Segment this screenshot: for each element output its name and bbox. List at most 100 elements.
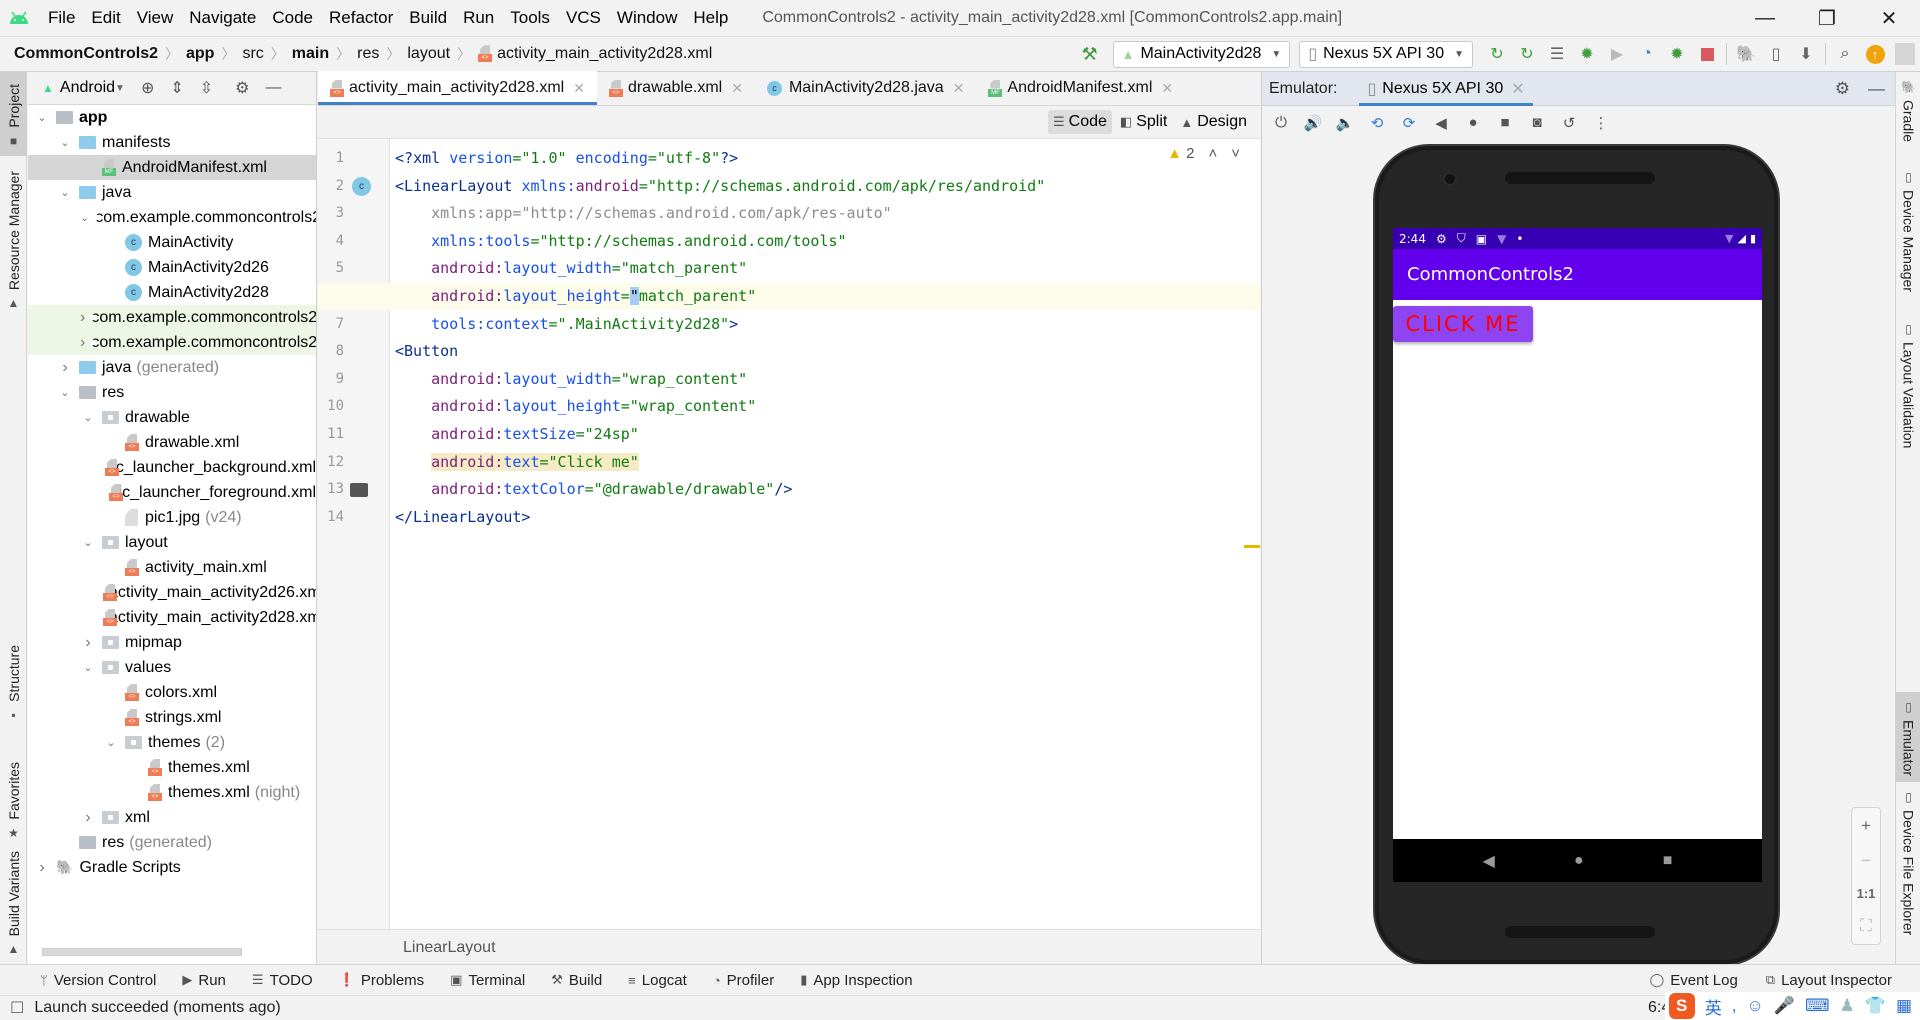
debug-icon[interactable]: ✹ <box>1572 39 1602 69</box>
tree-item[interactable]: c MainActivity <box>28 230 316 255</box>
click-me-button[interactable]: CLICK ME <box>1393 306 1533 342</box>
tool-tab-layout-validation[interactable]: ▯ Layout Validation <box>1896 322 1920 472</box>
ime-menu-icon[interactable]: ▦ <box>1896 996 1912 1016</box>
zoom-fit-button[interactable]: ⛶ <box>1860 916 1872 936</box>
update-icon[interactable]: ↑ <box>1860 39 1890 69</box>
breadcrumb-item[interactable]: CommonControls2 <box>14 45 158 63</box>
breadcrumb-item[interactable]: main <box>292 45 329 63</box>
menu-window[interactable]: Window <box>609 8 685 28</box>
mode-split-button[interactable]: ◧ Split <box>1115 110 1172 134</box>
zoom-in-button[interactable]: + <box>1861 816 1871 836</box>
close-button[interactable]: ✕ <box>1858 0 1920 36</box>
tool-layout-inspector[interactable]: ⧉ Layout Inspector <box>1766 972 1892 989</box>
chevron-right-icon[interactable]: › <box>80 334 85 352</box>
tree-item[interactable]: c MainActivity2d26 <box>28 255 316 280</box>
code-line[interactable]: android:textColor="@drawable/drawable"/> <box>395 476 792 503</box>
code-line[interactable]: tools:context=".MainActivity2d28"> <box>395 311 738 338</box>
home-icon[interactable]: ● <box>1462 114 1484 131</box>
snapshot-icon[interactable]: ↺ <box>1558 114 1580 132</box>
tree-item[interactable]: ⌄ layout <box>28 530 316 555</box>
sync-icon[interactable]: ☰ <box>1542 39 1572 69</box>
tool-logcat[interactable]: ≡ Logcat <box>628 972 687 989</box>
menu-code[interactable]: Code <box>264 8 321 28</box>
rotate-right-icon[interactable]: ⟳ <box>1398 114 1420 132</box>
menu-help[interactable]: Help <box>685 8 736 28</box>
menu-refactor[interactable]: Refactor <box>321 8 401 28</box>
zoom-actual-button[interactable]: 1:1 <box>1857 886 1876 901</box>
next-highlight-icon[interactable]: ˅ <box>1231 145 1240 162</box>
code-line[interactable]: android:layout_height="match_parent" <box>395 283 756 310</box>
breadcrumb-item[interactable]: app <box>186 45 214 63</box>
gear-icon[interactable]: ⚙ <box>1835 79 1850 99</box>
image-gutter-icon[interactable] <box>350 483 368 498</box>
code-line[interactable]: android:textSize="24sp" <box>395 421 639 448</box>
collapse-all-icon[interactable]: ⇳ <box>200 78 213 98</box>
status-message[interactable]: Launch succeeded (moments ago) <box>34 999 280 1017</box>
tree-item[interactable]: <> colors.xml <box>28 680 316 705</box>
ime-user-icon[interactable]: ♟ <box>1840 996 1855 1016</box>
locate-icon[interactable]: ⊕ <box>141 78 154 98</box>
gradle-sync-icon[interactable]: 🐘 <box>1731 39 1761 69</box>
sdk-manager-icon[interactable]: ⬇ <box>1791 39 1821 69</box>
stop-icon[interactable] <box>1692 39 1722 69</box>
expand-all-icon[interactable]: ⇕ <box>170 78 183 98</box>
tree-item[interactable]: pic1.jpg (v24) <box>28 505 316 530</box>
close-tab-icon[interactable]: ✕ <box>1511 79 1524 99</box>
overview-icon[interactable]: ■ <box>1494 114 1516 131</box>
build-hammer-icon[interactable]: ⚒ <box>1075 39 1105 69</box>
ime-punct-icon[interactable]: , <box>1732 996 1737 1016</box>
tool-run[interactable]: ▶ Run <box>182 972 226 989</box>
nav-recents-icon[interactable]: ■ <box>1663 852 1673 870</box>
nav-home-icon[interactable]: ● <box>1574 852 1584 870</box>
warning-stripe[interactable] <box>1244 545 1260 548</box>
status-toggle-icon[interactable]: ☐ <box>10 998 24 1018</box>
search-icon[interactable]: ⌕ <box>1830 39 1860 69</box>
tree-item[interactable]: ⌄ res <box>28 380 316 405</box>
tool-problems[interactable]: ❗ Problems <box>339 972 425 989</box>
hide-icon[interactable]: — <box>266 79 282 97</box>
tree-item[interactable]: c MainActivity2d28 <box>28 280 316 305</box>
tree-item[interactable]: ⌄ themes (2) <box>28 730 316 755</box>
code-line[interactable]: xmlns:app="http://schemas.android.com/ap… <box>395 200 892 227</box>
tree-item[interactable]: <> activity_main.xml <box>28 555 316 580</box>
tool-build[interactable]: ⚒ Build <box>551 972 602 989</box>
tree-item[interactable]: ⌄ java <box>28 180 316 205</box>
editor-tab[interactable]: MF AndroidManifest.xml ✕ <box>976 71 1185 105</box>
camera-icon[interactable]: ◙ <box>1526 114 1548 131</box>
ime-voice-icon[interactable]: 🎤 <box>1774 996 1795 1016</box>
tool-terminal[interactable]: ▣ Terminal <box>450 972 525 989</box>
tool-event-log[interactable]: ◯ Event Log <box>1650 972 1738 989</box>
tree-item[interactable]: ⌄ values <box>28 655 316 680</box>
menu-tools[interactable]: Tools <box>502 8 558 28</box>
tree-item[interactable]: <> themes.xml (night) <box>28 780 316 805</box>
tool-version-control[interactable]: ᛘ Version Control <box>40 972 156 989</box>
tool-tab-gradle[interactable]: 🐘 Gradle <box>1896 80 1920 160</box>
tool-tab-emulator[interactable]: ▯ Emulator <box>1896 692 1920 782</box>
horizontal-scrollbar[interactable] <box>42 948 242 956</box>
tree-item[interactable]: › mipmap <box>28 630 316 655</box>
volume-down-icon[interactable]: 🔈 <box>1334 114 1356 132</box>
menu-navigate[interactable]: Navigate <box>181 8 264 28</box>
mode-code-button[interactable]: ☰ Code <box>1047 110 1112 134</box>
code-line[interactable]: android:text="Click me" <box>395 449 639 476</box>
hide-icon[interactable]: — <box>1868 79 1885 99</box>
tool-profiler[interactable]: ◔ Profiler <box>713 972 774 989</box>
code-area[interactable]: 1234567891011121314c ▲ 2 ˄ ˅ <?xml versi… <box>318 139 1260 929</box>
tree-item[interactable]: <> activity_main_activity2d28.xml <box>28 605 316 630</box>
minimize-button[interactable]: — <box>1734 0 1796 36</box>
tool-tab-favorites[interactable]: Favorites ★ <box>0 740 27 840</box>
device-dropdown[interactable]: ▯ Nexus 5X API 30 ▼ <box>1299 40 1473 68</box>
tool-app-inspection[interactable]: ▮ App Inspection <box>800 972 912 989</box>
back-icon[interactable]: ◀ <box>1430 114 1452 132</box>
device-manager-icon[interactable]: ▯ <box>1761 39 1791 69</box>
restore-button[interactable]: ❐ <box>1796 0 1858 36</box>
attach-debugger-icon[interactable]: ✹ <box>1662 39 1692 69</box>
tool-tab-device-file-explorer[interactable]: ▯ Device File Explorer <box>1896 790 1920 960</box>
code-line[interactable]: android:layout_width="wrap_content" <box>395 366 747 393</box>
profiler-icon[interactable]: ◔ <box>1632 39 1662 69</box>
tree-item[interactable]: › java (generated) <box>28 355 316 380</box>
close-tab-icon[interactable]: ✕ <box>1161 80 1173 97</box>
chevron-right-icon[interactable]: › <box>34 859 50 877</box>
apply-code-changes-icon[interactable]: ↻ <box>1512 39 1542 69</box>
menu-build[interactable]: Build <box>401 8 455 28</box>
